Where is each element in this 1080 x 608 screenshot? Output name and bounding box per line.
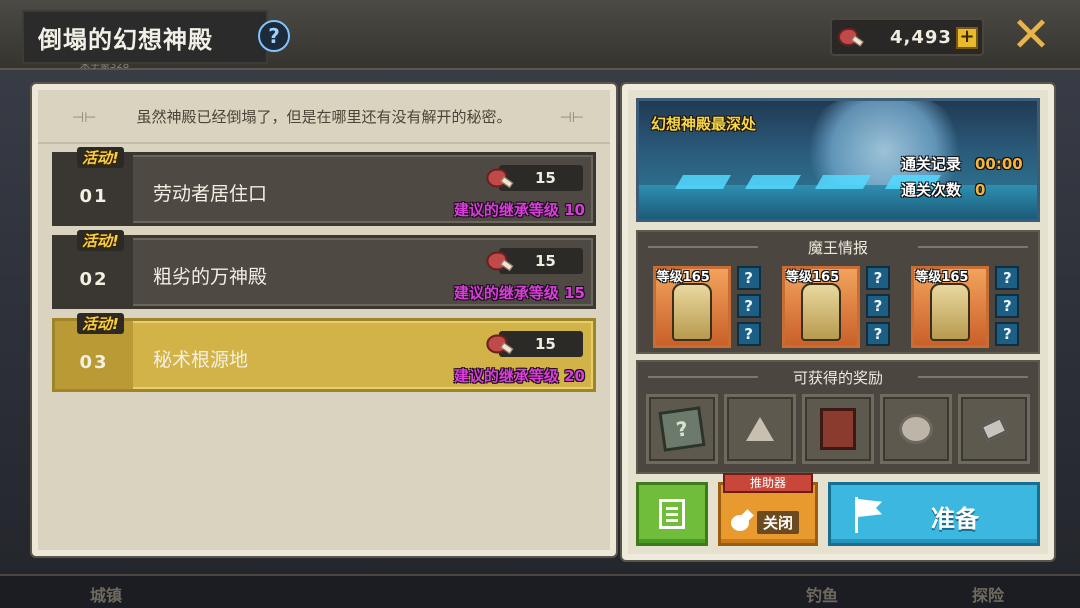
unknown-hint-icon[interactable]: ? [865, 294, 890, 318]
reward-item-5[interactable] [958, 394, 1030, 464]
mystery-book-icon: ? [658, 406, 706, 452]
stage-item-01[interactable]: 01 活动! 劳动者居住口 15 建议的继承等级 10 [52, 147, 596, 226]
booster-tag: 推助器 [723, 473, 813, 493]
bg-town-label: 城镇 [90, 586, 123, 605]
meat-icon [486, 166, 514, 189]
title-bar: 倒塌的幻想神殿 [22, 10, 268, 64]
stage-cost: 15 [486, 331, 583, 357]
currency-value: 4,493 [890, 26, 952, 48]
reward-item-1[interactable]: ? [646, 394, 718, 464]
stage-name: 秘术根源地 [153, 349, 249, 371]
boss-info-title: 魔王情报 [638, 232, 1038, 262]
boss-card-3[interactable]: 等级165 ? ? ? [911, 266, 1023, 348]
stage-requirement: 建议的继承等级 10 [453, 201, 585, 219]
flag-icon [853, 497, 883, 533]
stage-requirement: 建议的继承等级 20 [453, 367, 585, 385]
stage-list-panel: ⊣⊢ 虽然神殿已经倒塌了，但是在哪里还有没有解开的秘密。 ⊣⊢ 01 活动! 劳… [32, 84, 616, 556]
help-icon[interactable]: ? [258, 20, 290, 52]
clear-record-label: 通关记录 [900, 155, 961, 173]
add-currency-button[interactable]: + [956, 27, 978, 49]
unknown-hint-icon[interactable]: ? [736, 322, 761, 346]
clear-count-label: 通关次数 [900, 181, 961, 199]
boss-card-2[interactable]: 等级165 ? ? ? [781, 266, 894, 350]
boss-level: 等级165 [915, 270, 969, 285]
reward-row: ? [638, 392, 1038, 464]
meat-icon [838, 26, 864, 48]
stage-name: 粗劣的万神殿 [153, 266, 268, 288]
unknown-hint-icon[interactable]: ? [995, 322, 1020, 346]
unknown-hint-icon[interactable]: ? [736, 266, 761, 290]
rewards-title: 可获得的奖励 [638, 362, 1038, 392]
clear-record-value: 00:00 [975, 155, 1023, 173]
unknown-hint-icon[interactable]: ? [865, 322, 890, 346]
meat-currency: 4,493 + [830, 18, 984, 56]
page-title: 倒塌的幻想神殿 [38, 25, 213, 54]
banner-title: 幻想神殿最深处 [651, 115, 757, 133]
ornament-left-icon: ⊣⊢ [72, 110, 97, 126]
boss-hints: ? ? ? [736, 266, 761, 350]
bg-fishing-label: 钓鱼 [806, 586, 839, 605]
stage-item-02[interactable]: 02 活动! 粗劣的万神殿 15 建议的继承等级 15 [52, 230, 596, 309]
boss-level: 等级165 [656, 270, 710, 285]
booster-meat-icon [729, 509, 754, 533]
rewards-section: 可获得的奖励 ? [636, 360, 1040, 474]
clear-count: 通关次数 0 [901, 179, 1029, 200]
stage-cost-value: 15 [535, 169, 556, 187]
stage-cost: 15 [486, 165, 583, 191]
booster-toggle-button[interactable]: 推助器 关闭 [718, 473, 818, 546]
ready-button[interactable]: 准备 [828, 482, 1040, 546]
unknown-hint-icon[interactable]: ? [865, 266, 890, 290]
boss-hints: ? ? ? [995, 266, 1020, 350]
stage-list: 01 活动! 劳动者居住口 15 建议的继承等级 10 02 活动! 粗劣的万神… [38, 144, 610, 392]
dungeon-info-panel: 幻想神殿最深处 通关记录 00:00 通关次数 0 魔王情报 等级165 ? ? ? [622, 84, 1054, 560]
boss-level: 等级165 [785, 270, 840, 285]
booster-state: 关闭 [757, 511, 800, 534]
stage-cost: 15 [486, 248, 583, 274]
boss-row: 等级165 ? ? ? 等级165 ? ? ? 等级165 ? ? ? [638, 262, 1038, 348]
round-stone-icon [899, 414, 933, 444]
stage-name: 劳动者居住口 [153, 183, 268, 205]
unknown-hint-icon[interactable]: ? [995, 266, 1020, 290]
stage-list-button[interactable] [636, 482, 708, 546]
ornament-right-icon: ⊣⊢ [559, 110, 584, 126]
metal-ingot-icon [980, 417, 1008, 441]
boss-hints: ? ? ? [865, 266, 890, 350]
ready-label: 准备 [931, 505, 979, 533]
boss-info-title-text: 魔王情报 [807, 238, 868, 257]
stage-item-03[interactable]: 03 活动! 秘术根源地 15 建议的继承等级 20 [52, 313, 596, 392]
red-tome-icon [820, 408, 856, 450]
background-bottom-bar: 城镇 钓鱼 探险 [0, 574, 1080, 608]
description-row: ⊣⊢ 虽然神殿已经倒塌了，但是在哪里还有没有解开的秘密。 ⊣⊢ [38, 90, 610, 144]
unknown-hint-icon[interactable]: ? [736, 294, 761, 318]
reward-item-2[interactable] [724, 394, 796, 464]
event-badge: 活动! [77, 230, 124, 251]
rewards-title-text: 可获得的奖励 [792, 368, 883, 387]
event-badge: 活动! [77, 147, 124, 168]
bg-explore-label: 探险 [972, 586, 1005, 605]
stage-cost-value: 15 [535, 335, 556, 353]
list-icon [659, 499, 685, 529]
reward-item-4[interactable] [880, 394, 952, 464]
triangle-stone-icon [746, 417, 774, 441]
close-button[interactable]: ✕ [1008, 11, 1054, 59]
dungeon-description: 虽然神殿已经倒塌了，但是在哪里还有没有解开的秘密。 [136, 107, 512, 126]
unknown-hint-icon[interactable]: ? [995, 294, 1020, 318]
boss-info-section: 魔王情报 等级165 ? ? ? 等级165 ? ? ? 等级165 ? ? ? [636, 230, 1040, 354]
stage-requirement: 建议的继承等级 15 [453, 284, 585, 302]
clear-record: 通关记录 00:00 [901, 153, 1029, 174]
meat-icon [486, 332, 514, 355]
clear-count-value: 0 [975, 181, 986, 199]
stage-cost-value: 15 [535, 252, 556, 270]
meat-icon [486, 249, 514, 272]
boss-card-1[interactable]: 等级165 ? ? ? [652, 266, 765, 350]
event-badge: 活动! [77, 313, 124, 334]
reward-item-3[interactable] [802, 394, 874, 464]
dungeon-banner: 幻想神殿最深处 通关记录 00:00 通关次数 0 [636, 98, 1040, 222]
